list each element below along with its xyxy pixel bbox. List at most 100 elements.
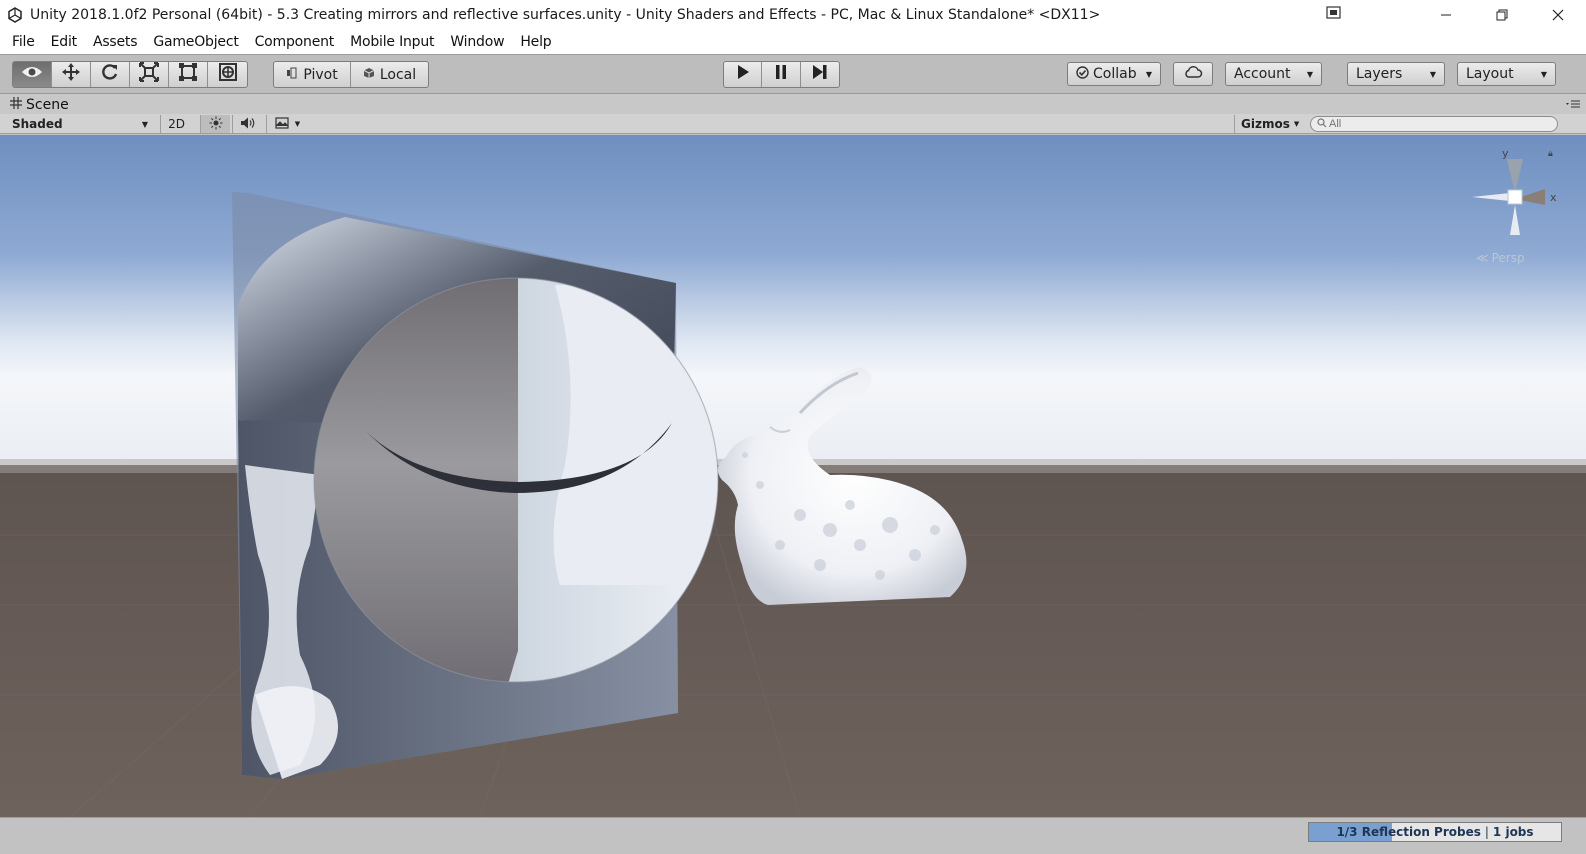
- gizmo-z-axis[interactable]: [1510, 205, 1520, 235]
- search-input[interactable]: [1329, 118, 1529, 130]
- rotate-icon: [100, 62, 120, 87]
- menu-window[interactable]: Window: [442, 34, 512, 50]
- scale-tool-button[interactable]: [130, 62, 169, 87]
- progress-label: 1/3 Reflection Probes: [1336, 825, 1481, 839]
- play-icon: [735, 64, 751, 85]
- reflection-probe-progress[interactable]: 1/3 Reflection Probes | 1 jobs: [1308, 822, 1562, 842]
- pause-icon: [774, 64, 788, 85]
- view-eye-icon: [21, 65, 43, 84]
- main-toolbar: Pivot Local Collab ▼ Account ▼ Layers ▼ …: [0, 54, 1586, 94]
- gizmo-y-label: y: [1502, 147, 1509, 160]
- image-effects-icon: [275, 116, 289, 132]
- menu-assets[interactable]: Assets: [85, 34, 145, 50]
- chevron-down-icon: ▼: [294, 120, 301, 128]
- cloud-button[interactable]: [1173, 62, 1213, 86]
- mode-2d-label: 2D: [168, 117, 185, 131]
- collab-dropdown[interactable]: Collab ▼: [1067, 62, 1161, 86]
- scene-lighting-toggle[interactable]: [200, 115, 230, 133]
- jobs-label: 1 jobs: [1492, 825, 1534, 839]
- scene-audio-toggle[interactable]: [232, 115, 262, 133]
- account-label: Account: [1234, 66, 1291, 82]
- gizmo-x-label: x: [1550, 191, 1557, 204]
- move-tool-button[interactable]: [52, 62, 91, 87]
- step-button[interactable]: [801, 62, 839, 87]
- chevron-down-icon: ▼: [1540, 69, 1547, 79]
- account-dropdown[interactable]: Account ▼: [1225, 62, 1322, 86]
- local-label: Local: [379, 66, 417, 83]
- transform-tools: [12, 61, 248, 88]
- layout-label: Layout: [1466, 66, 1514, 82]
- unity-logo-icon: [0, 0, 30, 30]
- layout-dropdown[interactable]: Layout ▼: [1457, 62, 1556, 86]
- scene-effects-dropdown[interactable]: ▼: [266, 115, 308, 133]
- restore-layout-icon[interactable]: [1326, 6, 1344, 22]
- layers-dropdown[interactable]: Layers ▼: [1347, 62, 1445, 86]
- sun-icon: [209, 116, 223, 133]
- transform-all-icon: [217, 62, 239, 87]
- collab-label: Collab: [1093, 66, 1137, 82]
- move-arrows-icon: [61, 62, 81, 87]
- gizmo-center-cube[interactable]: [1507, 189, 1523, 205]
- tab-menu-icon[interactable]: [1566, 100, 1580, 111]
- scene-render: [0, 135, 1586, 817]
- chevron-down-icon: ▼: [1293, 120, 1300, 128]
- pivot-label: Pivot: [303, 66, 338, 83]
- gizmos-dropdown[interactable]: Gizmos ▼: [1234, 115, 1302, 133]
- pivot-icon: [286, 67, 298, 83]
- title-bar: Unity 2018.1.0f2 Personal (64bit) - 5.3 …: [0, 0, 1586, 30]
- perspective-icon: ≪: [1476, 251, 1489, 265]
- menu-bar: File Edit Assets GameObject Component Mo…: [0, 30, 1586, 54]
- projection-label: Persp: [1491, 251, 1525, 265]
- menu-file[interactable]: File: [4, 34, 43, 50]
- rect-tool-button[interactable]: [169, 62, 208, 87]
- window-controls: [1418, 0, 1586, 30]
- menu-gameobject[interactable]: GameObject: [145, 34, 246, 50]
- pivot-toggle-button[interactable]: Pivot: [274, 62, 352, 87]
- orientation-gizmo[interactable]: [1470, 143, 1560, 253]
- view-tool-button[interactable]: [13, 62, 52, 87]
- transform-tool-button[interactable]: [208, 62, 247, 87]
- gizmos-label: Gizmos: [1241, 117, 1290, 131]
- progress-text: 1/3 Reflection Probes | 1 jobs: [1336, 825, 1534, 839]
- speaker-icon: [240, 116, 256, 133]
- play-button[interactable]: [724, 62, 763, 87]
- chevron-down-icon: ▼: [141, 119, 148, 129]
- unity-editor-window: Unity 2018.1.0f2 Personal (64bit) - 5.3 …: [0, 0, 1586, 854]
- scene-search-field[interactable]: [1310, 116, 1558, 132]
- menu-mobile-input[interactable]: Mobile Input: [342, 34, 442, 50]
- close-button[interactable]: [1530, 0, 1586, 30]
- scale-icon: [139, 62, 159, 87]
- search-icon: [1317, 117, 1327, 131]
- step-forward-icon: [811, 64, 829, 85]
- minimize-button[interactable]: [1418, 0, 1474, 30]
- gizmo-lock-icon[interactable]: 🔒︎: [1548, 149, 1553, 159]
- gizmo-y-axis[interactable]: [1507, 159, 1523, 193]
- scene-grid-icon: [10, 96, 22, 113]
- local-toggle-button[interactable]: Local: [351, 62, 428, 87]
- scene-viewport[interactable]: y x 🔒︎ ≪ Persp: [0, 135, 1586, 817]
- playback-controls: [723, 61, 840, 88]
- menu-help[interactable]: Help: [512, 34, 559, 50]
- status-bar: 1/3 Reflection Probes | 1 jobs: [0, 817, 1586, 854]
- chevron-down-icon: ▼: [1145, 69, 1152, 79]
- pause-button[interactable]: [762, 62, 801, 87]
- mode-2d-toggle[interactable]: 2D: [160, 115, 192, 133]
- scene-tab-bar: Scene: [0, 94, 1586, 114]
- shading-mode-dropdown[interactable]: Shaded ▼: [6, 115, 154, 133]
- chevron-down-icon: ▼: [1429, 69, 1436, 79]
- shading-mode-label: Shaded: [12, 117, 63, 131]
- menu-edit[interactable]: Edit: [43, 34, 85, 50]
- local-cube-icon: [363, 67, 375, 83]
- collab-check-icon: [1076, 65, 1089, 83]
- cloud-icon: [1183, 65, 1203, 83]
- pivot-local-group: Pivot Local: [273, 61, 429, 88]
- rotate-tool-button[interactable]: [91, 62, 130, 87]
- projection-toggle[interactable]: ≪ Persp: [1476, 251, 1525, 265]
- menu-component[interactable]: Component: [247, 34, 342, 50]
- scene-tab-label: Scene: [26, 96, 69, 113]
- scene-view-controls: Shaded ▼ 2D ▼ Gizmos ▼: [0, 114, 1586, 134]
- gizmo-neg-x-axis[interactable]: [1472, 193, 1510, 201]
- tab-scene[interactable]: Scene: [4, 95, 75, 114]
- layers-label: Layers: [1356, 66, 1403, 82]
- maximize-button[interactable]: [1474, 0, 1530, 30]
